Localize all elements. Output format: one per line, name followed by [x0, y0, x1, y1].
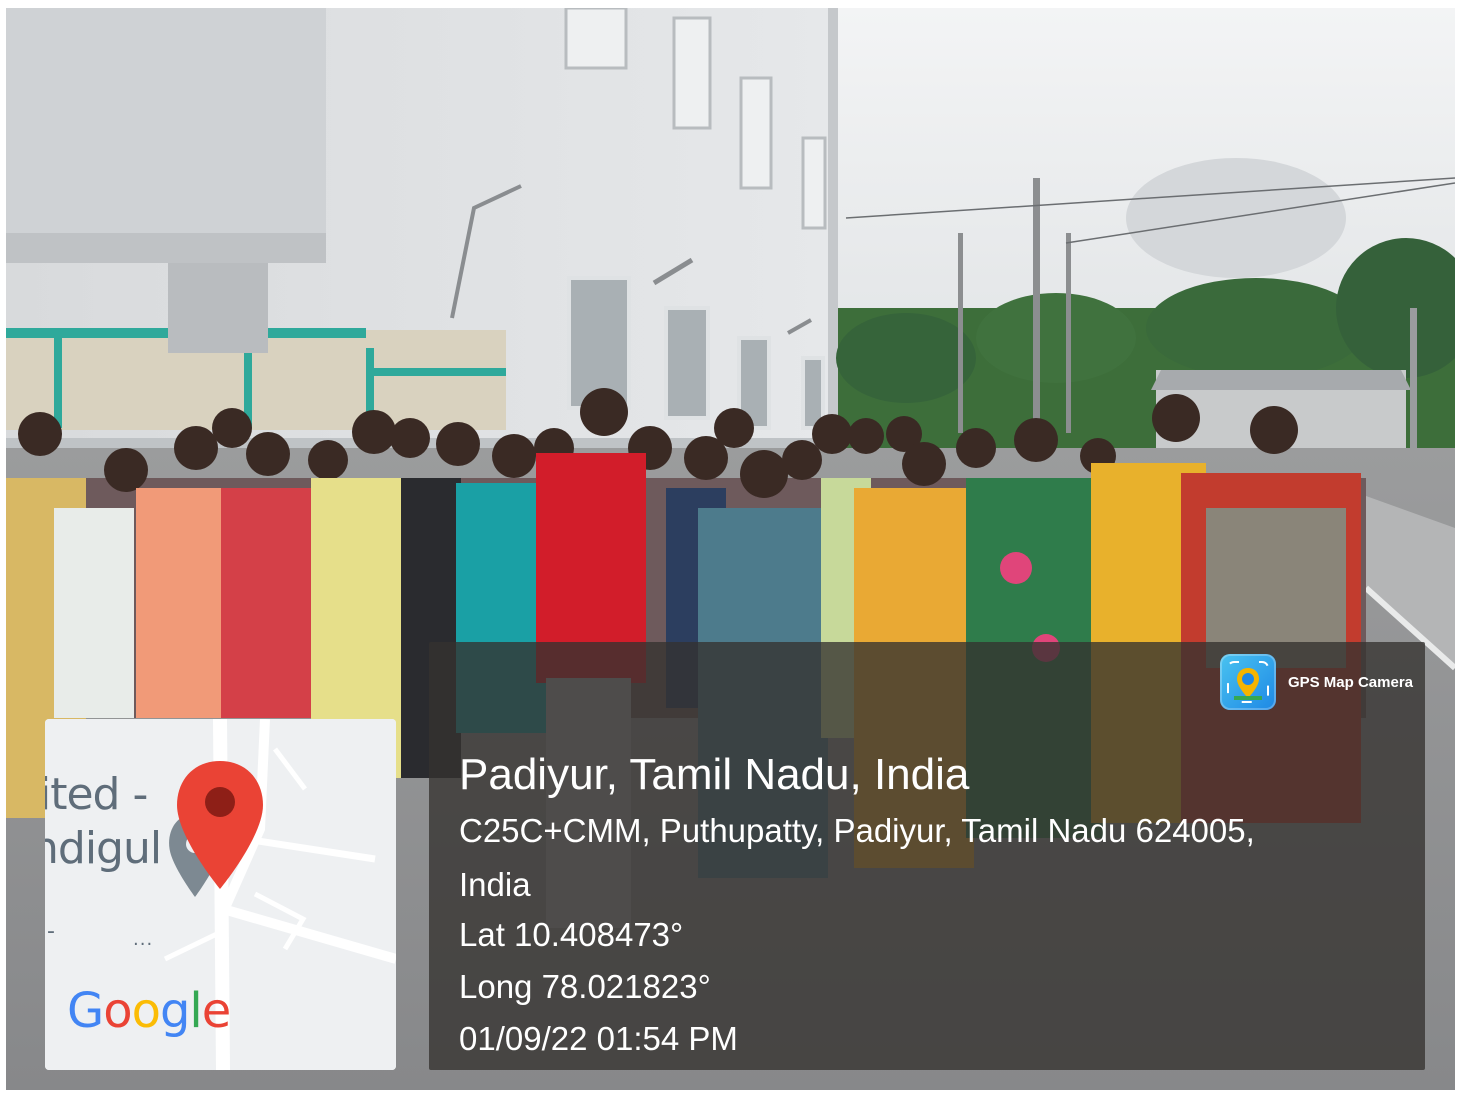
fence-post: [54, 328, 62, 428]
google-logo-letter: e: [201, 983, 232, 1039]
gps-brand-label: GPS Map Camera: [1287, 673, 1413, 691]
tree: [976, 293, 1136, 383]
map-thumbnail[interactable]: ited - ndigul - ... Google: [45, 719, 396, 1070]
google-logo-letter: g: [159, 983, 190, 1039]
google-logo-letter: o: [103, 983, 132, 1039]
location-info-panel: GPS Map Camera Padiyur, Tamil Nadu, Indi…: [429, 642, 1425, 1070]
google-logo: Google: [67, 983, 232, 1039]
person: [136, 488, 226, 718]
portico: [6, 233, 326, 263]
person: [221, 488, 311, 718]
window: [564, 8, 628, 70]
map-ellipsis: ...: [133, 929, 154, 950]
utility-pole: [958, 233, 963, 433]
photo-frame: ited - ndigul - ... Google GPS Map Camer…: [6, 8, 1455, 1090]
location-title: Padiyur, Tamil Nadu, India: [459, 750, 970, 799]
window: [672, 16, 712, 130]
fence-rail: [366, 368, 506, 376]
window: [801, 136, 827, 230]
person: [54, 508, 134, 718]
tree: [836, 313, 976, 403]
map-place-label: ited -: [45, 769, 148, 820]
google-logo-letter: o: [131, 983, 161, 1039]
gps-map-camera-brand: GPS Map Camera: [1219, 654, 1413, 710]
gps-map-camera-icon: [1219, 654, 1276, 710]
building-shadow: [6, 8, 326, 258]
building-edge: [828, 8, 838, 438]
tree: [1146, 278, 1366, 378]
utility-pole: [1066, 233, 1071, 433]
longitude-readout: Long 78.021823°: [459, 968, 711, 1005]
address-line: C25C+CMM, Puthupatty, Padiyur, Tamil Nad…: [459, 812, 1255, 849]
map-dash: -: [47, 919, 55, 944]
cloud: [1126, 158, 1346, 278]
latitude-readout: Lat 10.408473°: [459, 916, 684, 953]
window: [664, 306, 710, 420]
window: [739, 76, 773, 190]
utility-pole: [1033, 178, 1040, 428]
utility-pole: [1410, 308, 1417, 468]
address-line: India: [459, 866, 531, 903]
map-place-label: ndigul: [45, 823, 162, 874]
pillar: [168, 263, 268, 353]
google-logo-letter: G: [67, 983, 104, 1039]
google-logo-letter: l: [189, 983, 202, 1039]
timestamp: 01/09/22 01:54 PM: [459, 1020, 738, 1057]
shed-roof: [1151, 370, 1411, 390]
window: [567, 276, 631, 410]
window: [801, 356, 825, 430]
